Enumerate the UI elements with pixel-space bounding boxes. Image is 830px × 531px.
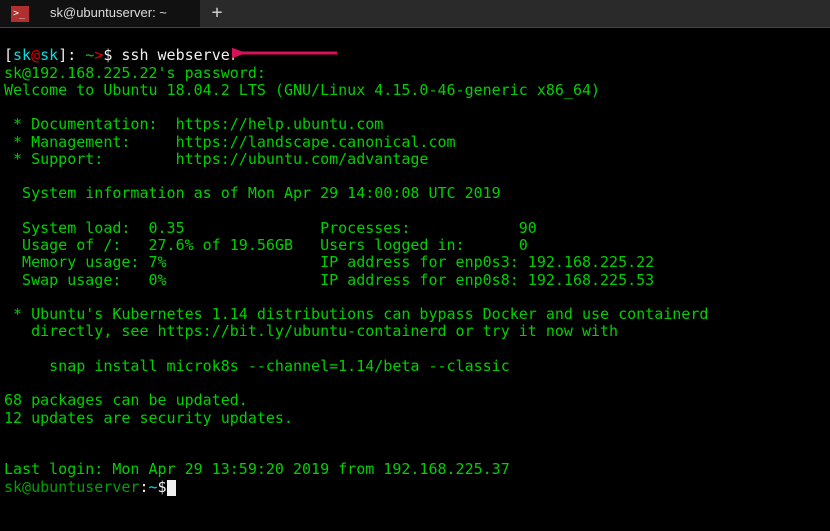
output-line: Welcome to Ubuntu 18.04.2 LTS (GNU/Linux… xyxy=(4,81,600,99)
output-line: System information as of Mon Apr 29 14:0… xyxy=(4,184,501,202)
plus-icon: + xyxy=(212,3,223,24)
tab-bar: >_ sk@ubuntuserver: ~ + xyxy=(0,0,830,28)
output-line: * Documentation: https://help.ubuntu.com xyxy=(4,115,383,133)
tab-active[interactable]: sk@ubuntuserver: ~ xyxy=(40,0,200,27)
new-tab-button[interactable]: + xyxy=(200,0,234,27)
output-line: 12 updates are security updates. xyxy=(4,409,293,427)
prompt-line-2: sk@ubuntuserver:~$ xyxy=(4,478,176,496)
output-line: System load: 0.35 Processes: 90 xyxy=(4,219,537,237)
tab-title: sk@ubuntuserver: ~ xyxy=(50,6,167,21)
output-line: snap install microk8s --channel=1.14/bet… xyxy=(4,357,510,375)
terminal-body[interactable]: [sk@sk]: ~>$ ssh webserver sk@192.168.22… xyxy=(0,28,830,498)
output-line: * Support: https://ubuntu.com/advantage xyxy=(4,150,428,168)
cursor xyxy=(167,480,176,496)
output-line: * Ubuntu's Kubernetes 1.14 distributions… xyxy=(4,305,708,323)
output-line: Usage of /: 27.6% of 19.56GB Users logge… xyxy=(4,236,528,254)
output-line: * Management: https://landscape.canonica… xyxy=(4,133,456,151)
output-line: Last login: Mon Apr 29 13:59:20 2019 fro… xyxy=(4,460,510,478)
output-line: Memory usage: 7% IP address for enp0s3: … xyxy=(4,253,654,271)
tab-icon-box: >_ xyxy=(0,0,40,27)
output-line: Swap usage: 0% IP address for enp0s8: 19… xyxy=(4,271,654,289)
output-line: 68 packages can be updated. xyxy=(4,391,248,409)
output-line: directly, see https://bit.ly/ubuntu-cont… xyxy=(4,322,618,340)
prompt-line-1: [sk@sk]: ~>$ ssh webserver xyxy=(4,46,239,64)
output-line: sk@192.168.225.22's password: xyxy=(4,64,266,82)
typed-command: ssh webserver xyxy=(121,46,238,64)
terminal-icon: >_ xyxy=(11,6,29,22)
